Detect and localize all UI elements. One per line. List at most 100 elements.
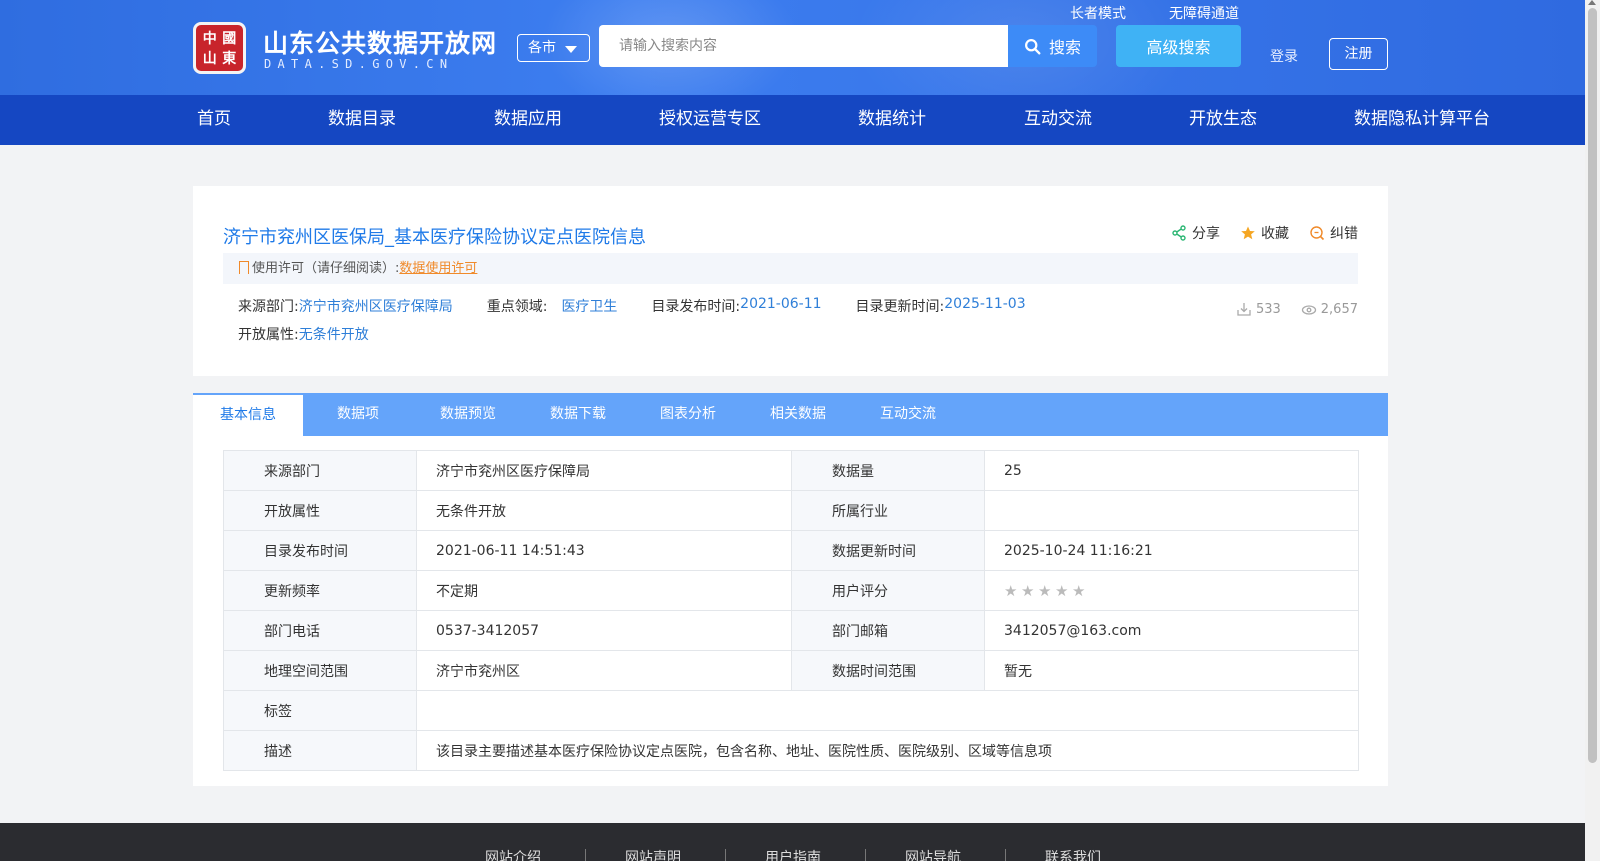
info-value: 不定期 — [416, 570, 792, 611]
footer-link-statement[interactable]: 网站声明 — [625, 847, 681, 861]
tab-data-items[interactable]: 数据项 — [303, 393, 413, 436]
nav-item-privacy-computing[interactable]: 数据隐私计算平台 — [1354, 95, 1490, 145]
eye-icon — [1301, 305, 1316, 315]
star-icon[interactable]: ★ — [1038, 583, 1052, 598]
main-nav: 首页 数据目录 数据应用 授权运营专区 数据统计 互动交流 开放生态 数据隐私计… — [0, 95, 1585, 145]
search-icon — [1025, 38, 1041, 54]
info-value — [416, 690, 1359, 731]
table-row: 目录发布时间 2021-06-11 14:51:43 数据更新时间 2025-1… — [223, 530, 1359, 571]
view-count: 2,657 — [1301, 301, 1358, 317]
star-icon — [1241, 226, 1255, 240]
elder-mode-link[interactable]: 长者模式 — [1070, 3, 1126, 23]
search-button-label: 搜索 — [1048, 38, 1081, 57]
footer-link-contact[interactable]: 联系我们 — [1045, 847, 1101, 861]
star-icon[interactable]: ★ — [1055, 583, 1069, 598]
info-value: 2025-10-24 11:16:21 — [984, 530, 1359, 571]
nav-item-statistics[interactable]: 数据统计 — [858, 95, 926, 145]
star-icon[interactable]: ★ — [1021, 583, 1035, 598]
table-row: 地理空间范围 济宁市兖州区 数据时间范围 暂无 — [223, 650, 1359, 691]
info-key: 地理空间范围 — [223, 650, 417, 691]
scroll-up-arrow-icon[interactable] — [1588, 0, 1596, 5]
star-icon[interactable]: ★ — [1004, 583, 1018, 598]
info-key: 更新频率 — [223, 570, 417, 611]
published-label: 目录发布时间: — [651, 299, 741, 315]
dataset-card: 济宁市兖州区医保局_基本医疗保险协议定点医院信息 分享 收藏 纠错 使用许可（请… — [193, 186, 1388, 376]
info-value: 25 — [984, 450, 1359, 491]
table-row: 更新频率 不定期 用户评分 ★ ★ ★ ★ ★ — [223, 570, 1359, 611]
license-link[interactable]: 数据使用许可 — [399, 261, 477, 276]
source-value[interactable]: 济宁市兖州区医疗保障局 — [299, 296, 453, 316]
table-row: 部门电话 0537-3412057 部门邮箱 3412057@163.com — [223, 610, 1359, 651]
nav-item-interaction[interactable]: 互动交流 — [1024, 95, 1092, 145]
nav-item-applications[interactable]: 数据应用 — [494, 95, 562, 145]
info-value: 0537-3412057 — [416, 610, 792, 651]
nav-item-ecosystem[interactable]: 开放生态 — [1189, 95, 1257, 145]
source-label: 来源部门: — [238, 299, 299, 315]
info-value: 暂无 — [984, 650, 1359, 691]
download-icon — [1237, 303, 1251, 316]
tab-interaction[interactable]: 互动交流 — [853, 393, 963, 436]
detail-tabs: 基本信息 数据项 数据预览 数据下载 图表分析 相关数据 互动交流 — [193, 393, 1388, 436]
info-key: 部门邮箱 — [791, 610, 985, 651]
logo-char: 東 — [222, 51, 237, 67]
nav-item-home[interactable]: 首页 — [197, 95, 231, 145]
site-domain: DATA.SD.GOV.CN — [264, 57, 454, 71]
dataset-actions: 分享 收藏 纠错 — [1171, 223, 1358, 243]
scrollbar-thumb[interactable] — [1588, 8, 1597, 763]
tab-basic-info[interactable]: 基本信息 — [193, 393, 303, 436]
view-count-value: 2,657 — [1320, 301, 1358, 317]
nav-item-authorized-operation[interactable]: 授权运营专区 — [659, 95, 761, 145]
info-value: 无条件开放 — [416, 490, 792, 531]
open-attr-label: 开放属性: — [238, 327, 299, 343]
tab-related-data[interactable]: 相关数据 — [743, 393, 853, 436]
bookmark-icon — [239, 261, 249, 274]
site-logo[interactable]: 中 國 山 東 — [193, 22, 246, 74]
info-value — [984, 490, 1359, 531]
tab-data-download[interactable]: 数据下载 — [523, 393, 633, 436]
license-label: 使用许可（请仔细阅读）: — [252, 261, 400, 276]
dataset-meta-row: 开放属性: 无条件开放 — [238, 324, 403, 344]
basic-info-table: 来源部门 济宁市兖州区医疗保障局 数据量 25 开放属性 无条件开放 所属行业 … — [223, 450, 1359, 771]
report-error-button[interactable]: 纠错 — [1309, 223, 1358, 243]
domain-label: 重点领域: — [486, 299, 548, 315]
table-row: 标签 — [223, 690, 1359, 731]
published-value: 2021-06-11 — [740, 296, 822, 312]
table-row: 描述 该目录主要描述基本医疗保险协议定点医院，包含名称、地址、医院性质、医院级别… — [223, 730, 1359, 771]
tab-data-preview[interactable]: 数据预览 — [413, 393, 523, 436]
advanced-search-button[interactable]: 高级搜索 — [1116, 25, 1241, 67]
star-icon[interactable]: ★ — [1072, 583, 1086, 598]
login-link[interactable]: 登录 — [1270, 46, 1298, 66]
updated-label: 目录更新时间: — [855, 299, 945, 315]
dataset-meta-row: 来源部门: 济宁市兖州区医疗保障局 重点领域: 医疗卫生 目录发布时间: 202… — [238, 296, 1060, 316]
favorite-button[interactable]: 收藏 — [1240, 223, 1289, 243]
page-scrollbar[interactable] — [1585, 0, 1600, 861]
rating-stars[interactable]: ★ ★ ★ ★ ★ — [1004, 583, 1339, 598]
site-title[interactable]: 山东公共数据开放网 — [263, 24, 497, 60]
info-key: 数据量 — [791, 450, 985, 491]
open-attr-value: 无条件开放 — [298, 327, 369, 343]
share-button[interactable]: 分享 — [1171, 223, 1220, 243]
footer-divider — [725, 849, 726, 861]
footer-link-about[interactable]: 网站介绍 — [485, 847, 541, 861]
user-rating[interactable]: ★ ★ ★ ★ ★ — [984, 570, 1359, 611]
search-input[interactable] — [599, 25, 1009, 67]
domain-value[interactable]: 医疗卫生 — [561, 296, 617, 316]
info-key: 数据更新时间 — [791, 530, 985, 571]
nav-item-catalog[interactable]: 数据目录 — [328, 95, 396, 145]
footer-link-guide[interactable]: 用户指南 — [765, 847, 821, 861]
share-label: 分享 — [1192, 226, 1220, 242]
table-row: 开放属性 无条件开放 所属行业 — [223, 490, 1359, 531]
tab-chart-analysis[interactable]: 图表分析 — [633, 393, 743, 436]
register-button[interactable]: 注册 — [1329, 38, 1388, 70]
search-button[interactable]: 搜索 — [1008, 25, 1097, 67]
error-report-icon — [1310, 226, 1325, 241]
info-key: 用户评分 — [791, 570, 985, 611]
footer-link-sitemap[interactable]: 网站导航 — [905, 847, 961, 861]
favorite-label: 收藏 — [1261, 226, 1289, 242]
city-select[interactable]: 各市 — [517, 34, 590, 62]
info-key: 数据时间范围 — [791, 650, 985, 691]
logo-char: 國 — [222, 31, 237, 47]
share-icon — [1172, 225, 1186, 241]
logo-char: 山 — [202, 51, 217, 67]
accessibility-link[interactable]: 无障碍通道 — [1169, 3, 1239, 23]
